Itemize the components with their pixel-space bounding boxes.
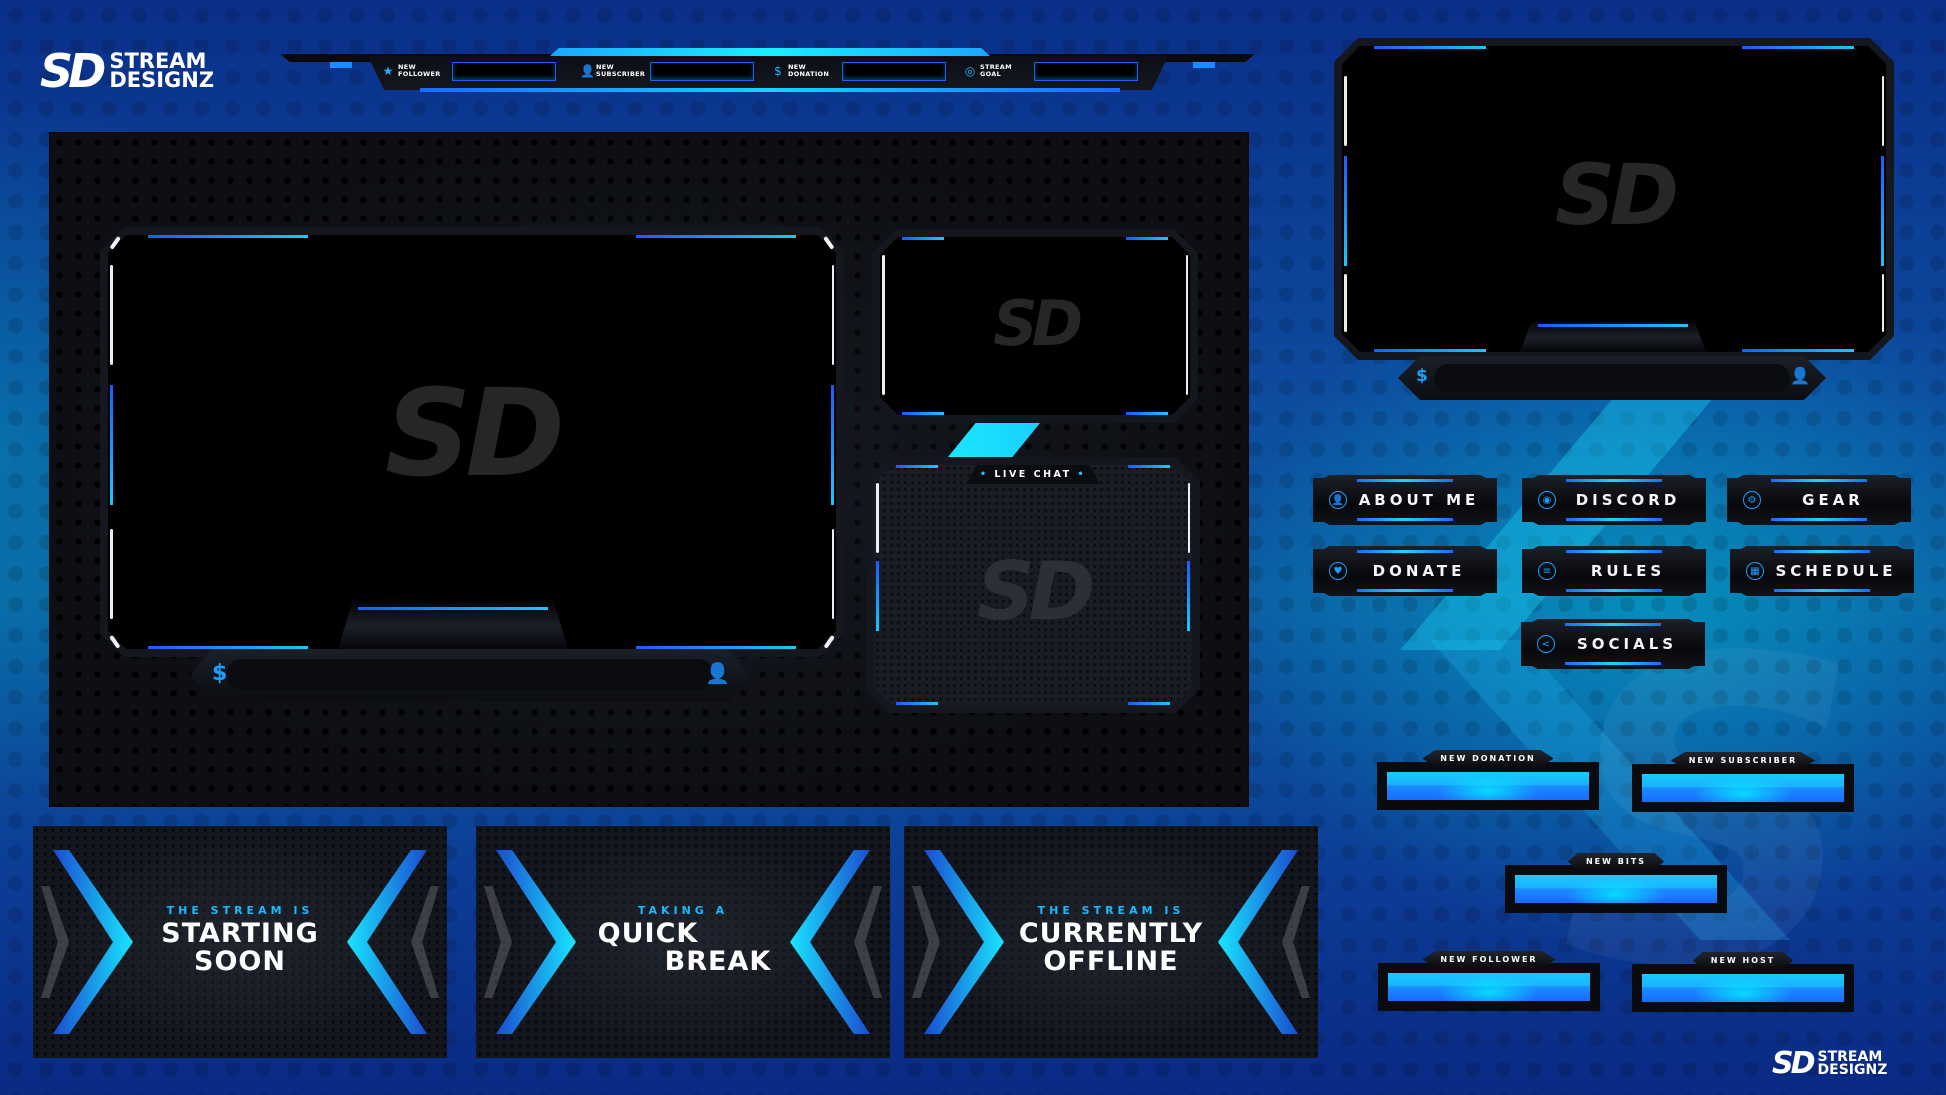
sd-watermark-icon: SD [976, 545, 1095, 638]
target-icon: ◎ [964, 64, 976, 78]
main-cam-info-bar: $ 👤 [190, 649, 750, 701]
dollar-icon: $ [212, 661, 228, 686]
share-icon: < [1537, 635, 1555, 653]
alert-label: NEW FOLLOWER [1422, 951, 1556, 968]
panel-socials[interactable]: < SOCIALS [1521, 619, 1705, 669]
main-webcam-frame: SD [108, 235, 836, 649]
live-chat-frame: • LIVE CHAT • SD [874, 465, 1192, 705]
goal-bar-tab-left [330, 62, 352, 68]
alert-fill [1388, 973, 1590, 1001]
goal-label-line2: GOAL [980, 70, 1002, 78]
logo-mark: SD [40, 44, 106, 98]
scene-title: CURRENTLY OFFLINE [1018, 918, 1204, 977]
gear-icon: ⚙ [1743, 491, 1761, 509]
dollar-icon: $ [774, 64, 782, 78]
calendar-icon: ▦ [1746, 562, 1764, 580]
panel-schedule[interactable]: ▦ SCHEDULE [1730, 546, 1914, 596]
brand-logo: SD STREAM DESIGNZ [40, 44, 214, 98]
scene-subtitle: THE STREAM IS [166, 904, 314, 917]
user-icon: 👤 [580, 64, 595, 78]
alert-label: NEW HOST [1692, 952, 1794, 969]
alert-new-follower: NEW FOLLOWER [1378, 951, 1600, 1011]
goal-value-box [1034, 61, 1138, 81]
overlay-preview-stage: SD $ 👤 SD • LIVE CHAT • SD [50, 133, 1248, 806]
goal-new-donation: $ NEW DONATION [772, 60, 946, 82]
panel-label: SCHEDULE [1775, 562, 1897, 580]
logo-mark: SD [1772, 1046, 1815, 1081]
donate-heart-icon: ♥ [1329, 562, 1347, 580]
goal-new-follower: ★ NEW FOLLOWER [382, 60, 556, 82]
scene-starting-soon: THE STREAM IS STARTING SOON [33, 826, 447, 1058]
alert-fill [1642, 774, 1844, 802]
panel-label: GEAR [1802, 491, 1864, 509]
large-cam-info-bar: $ 👤 [1398, 356, 1826, 400]
panel-gear[interactable]: ⚙ GEAR [1727, 475, 1911, 525]
goal-bar: ★ NEW FOLLOWER 👤 NEW SUBSCRIBER $ NEW DONAT… [280, 48, 1255, 92]
goal-label-line2: SUBSCRIBER [596, 70, 646, 78]
discord-icon: ◉ [1538, 491, 1556, 509]
user-icon: 👤 [1790, 366, 1810, 385]
goal-value-box [452, 61, 556, 81]
alert-label: NEW DONATION [1422, 750, 1554, 767]
panel-label: ABOUT ME [1358, 491, 1480, 509]
scene-currently-offline: THE STREAM IS CURRENTLY OFFLINE [904, 826, 1318, 1058]
panel-donate[interactable]: ♥ DONATE [1313, 546, 1497, 596]
alert-label: NEW BITS [1567, 853, 1665, 870]
panel-about-me[interactable]: 👤 ABOUT ME [1313, 475, 1497, 525]
alert-fill [1642, 974, 1844, 1002]
sd-watermark-icon: SD [992, 287, 1083, 360]
side-webcam-frame: SD [880, 237, 1190, 415]
rules-document-icon: ≡ [1538, 562, 1556, 580]
logo-word-designz: DESIGNZ [109, 68, 215, 92]
goal-bar-tab-right [1193, 62, 1215, 68]
alert-label: NEW SUBSCRIBER [1670, 752, 1816, 769]
sd-watermark-icon: SD [384, 365, 565, 504]
panel-label: DISCORD [1575, 491, 1681, 509]
logo-wordmark: STREAM DESIGNZ [1817, 1048, 1888, 1078]
goal-stream-goal: ◎ STREAM GOAL [964, 60, 1138, 82]
goal-bar-underline [420, 88, 1120, 92]
goal-label-line2: FOLLOWER [398, 70, 441, 78]
panel-label: RULES [1590, 562, 1666, 580]
scene-title: QUICK BREAK [597, 918, 772, 977]
scene-quick-break: TAKING A QUICK BREAK [476, 826, 890, 1058]
alert-fill [1387, 772, 1589, 800]
sd-watermark-icon: SD [1554, 146, 1679, 244]
panel-label: SOCIALS [1576, 635, 1678, 653]
live-chat-title: • LIVE CHAT • [965, 465, 1101, 484]
alert-new-donation: NEW DONATION [1377, 750, 1599, 810]
scene-title: STARTING SOON [161, 918, 319, 977]
panel-rules[interactable]: ≡ RULES [1522, 546, 1706, 596]
brand-logo-footer: SD STREAM DESIGNZ [1772, 1046, 1887, 1081]
alert-fill [1515, 875, 1717, 903]
goal-value-box [650, 61, 754, 81]
large-webcam-frame: SD [1342, 46, 1886, 352]
alert-new-subscriber: NEW SUBSCRIBER [1632, 752, 1854, 812]
user-icon: 👤 [705, 661, 730, 685]
scene-subtitle: TAKING A [637, 904, 729, 917]
star-icon: ★ [382, 64, 394, 78]
goal-value-box [842, 61, 946, 81]
goal-label-line2: DONATION [788, 70, 830, 78]
dollar-icon: $ [1416, 366, 1428, 386]
logo-wordmark: STREAM DESIGNZ [109, 50, 215, 92]
panel-label: DONATE [1372, 562, 1466, 580]
alert-new-bits: NEW BITS [1505, 853, 1727, 913]
user-icon: 👤 [1329, 491, 1347, 509]
alert-new-host: NEW HOST [1632, 952, 1854, 1012]
scene-subtitle: THE STREAM IS [1037, 904, 1185, 917]
goal-bar-glow [550, 48, 990, 56]
panel-discord[interactable]: ◉ DISCORD [1522, 475, 1706, 525]
goal-new-subscriber: 👤 NEW SUBSCRIBER [580, 60, 754, 82]
